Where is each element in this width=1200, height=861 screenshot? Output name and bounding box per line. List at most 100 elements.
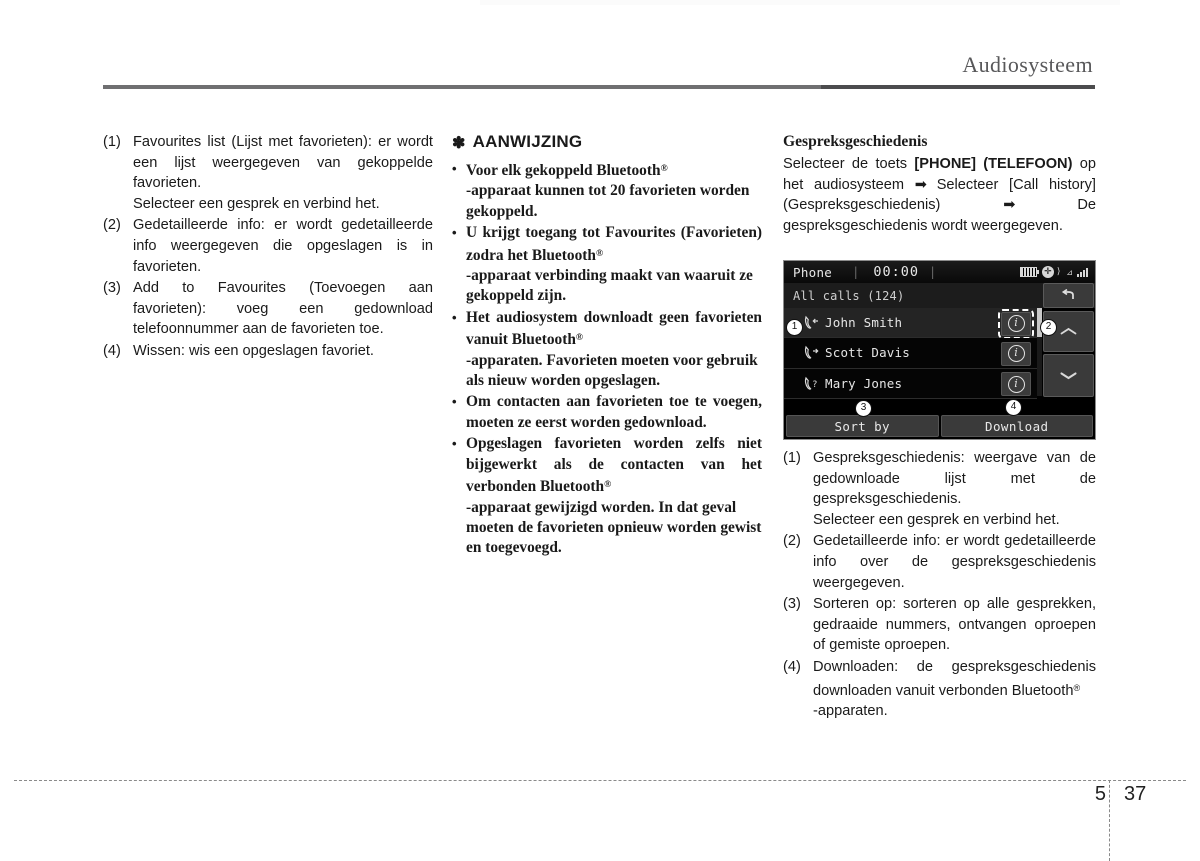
- device-screenshot: Phone | 00:00 | ✛ ⟩ ⊿ All calls (124) 1/…: [783, 260, 1096, 440]
- missed-call-icon: ?: [804, 376, 821, 391]
- incoming-call-icon: [804, 315, 821, 330]
- bullet-dot-icon: •: [452, 394, 457, 410]
- page-number-value: 37: [1124, 783, 1147, 805]
- note-heading: ✽ AANWIJZING: [452, 132, 762, 152]
- list-item: (3) Sorteren op: sorteren op alle gespre…: [783, 594, 1096, 656]
- list-item-main: Gespreksgeschiedenis: weergave van de ge…: [813, 450, 1096, 508]
- middle-column: ✽ AANWIJZING • Voor elk gekoppeld Blueto…: [452, 132, 762, 560]
- info-button[interactable]: i: [998, 308, 1034, 339]
- list-item-text: Wissen: wis een opgeslagen favoriet.: [133, 341, 433, 362]
- note-bullet-pre: Het audiosystem downloadt geen favoriete…: [466, 308, 762, 349]
- header-rule-light-segment: [103, 85, 821, 89]
- list-item-marker: (4): [783, 658, 801, 675]
- note-bullet-text: Voor elk gekoppeld Bluetooth® -apparaat k…: [466, 159, 762, 222]
- note-bullet: • Opgeslagen favorieten worden zelfs nie…: [452, 434, 762, 558]
- list-item: (4) Downloaden: de gespreksgeschiedenis …: [783, 657, 1096, 722]
- contact-name: John Smith: [825, 315, 903, 331]
- list-item-text: Sorteren op: sorteren op alle gesprekken…: [813, 596, 1096, 654]
- table-row[interactable]: ? Mary Jones i: [784, 368, 1037, 399]
- note-bullet-text: Om contacten aan favorieten toe te voege…: [466, 392, 762, 433]
- contact-name: Scott Davis: [825, 345, 910, 361]
- status-bar-title: Phone: [793, 264, 833, 280]
- note-bullet-pre: Opgeslagen favorieten worden zelfs niet …: [466, 435, 762, 496]
- screen-bottom-buttons: Sort by Download: [784, 413, 1095, 439]
- callout-2: 2: [1040, 319, 1057, 336]
- list-item: (1) Favourites list (Lijst met favoriete…: [103, 132, 433, 214]
- note-bullet-post: -apparaat verbinding maakt van waaruit z…: [466, 267, 753, 305]
- note-bullet-text: Het audiosystem downloadt geen favoriete…: [466, 308, 762, 392]
- list-item-text: Favourites list (Lijst met favorieten): …: [133, 132, 433, 214]
- note-bullet-post: -apparaat kunnen tot 20 favorieten worde…: [466, 182, 750, 220]
- note-bullet: • Het audiosystem downloadt geen favorie…: [452, 308, 762, 392]
- left-column: (1) Favourites list (Lijst met favoriete…: [103, 132, 433, 363]
- bullet-dot-icon: •: [452, 161, 457, 176]
- note-bullet-pre: Voor elk gekoppeld Bluetooth: [466, 162, 661, 179]
- phone-key-label: [PHONE] (TELEFOON): [914, 156, 1073, 172]
- status-bar-clock: 00:00: [873, 264, 920, 280]
- asterisk-icon: ✽: [452, 135, 466, 152]
- list-item: (2) Gedetailleerde info: er wordt gedeta…: [103, 215, 433, 277]
- bullet-dot-icon: •: [452, 225, 457, 241]
- status-bar-separator-2: |: [929, 265, 937, 279]
- screen-side-controls: [1042, 283, 1095, 397]
- list-item-main: Downloaden: de gespreksgeschiedenis down…: [813, 658, 1096, 699]
- list-item: (1) Gespreksgeschiedenis: weergave van d…: [783, 448, 1096, 530]
- back-button[interactable]: [1043, 283, 1094, 308]
- list-item-marker: (2): [783, 533, 801, 550]
- header-rule: [103, 85, 1095, 89]
- bluetooth-tail-icon: ⟩: [1055, 267, 1062, 277]
- note-bullet-pre: U krijgt toegang tot Favourites (Favorie…: [466, 224, 762, 264]
- chapter-number: 5: [1094, 783, 1106, 805]
- sort-by-button[interactable]: Sort by: [786, 415, 939, 437]
- right-numbered-list: (1) Gespreksgeschiedenis: weergave van d…: [783, 448, 1096, 723]
- left-numbered-list: (1) Favourites list (Lijst met favoriete…: [103, 132, 433, 362]
- callout-1: 1: [786, 319, 803, 336]
- table-row[interactable]: John Smith i: [784, 308, 1037, 339]
- note-bullet-post: -apparaten. Favorieten moeten voor gebru…: [466, 351, 758, 390]
- intro-paragraph: Selecteer de toets [PHONE] (TELEFOON) op…: [783, 154, 1096, 236]
- info-icon: i: [1007, 375, 1025, 393]
- note-bullet-text: U krijgt toegang tot Favourites (Favorie…: [466, 223, 762, 307]
- list-item-extra: Selecteer een gesprek en verbind het.: [133, 195, 380, 212]
- table-row[interactable]: Scott Davis i: [784, 338, 1037, 369]
- page-title: Audiosysteem: [962, 52, 1093, 77]
- info-icon: i: [1007, 345, 1025, 363]
- list-item: (2) Gedetailleerde info: er wordt gedeta…: [783, 531, 1096, 593]
- callout-3: 3: [855, 400, 872, 417]
- bullet-dot-icon: •: [452, 309, 457, 325]
- list-item-extra: Selecteer een gesprek en verbind het.: [813, 511, 1060, 528]
- note-bullet: • Om contacten aan favorieten toe te voe…: [452, 392, 762, 433]
- list-item-marker: (3): [783, 596, 801, 613]
- bluetooth-icon: ✛: [1041, 266, 1054, 278]
- info-button[interactable]: i: [1001, 341, 1031, 366]
- list-item-marker: (1): [783, 450, 801, 466]
- list-item-main: Wissen: wis een opgeslagen favoriet.: [133, 342, 374, 359]
- download-button[interactable]: Download: [940, 415, 1093, 437]
- list-item-marker: (4): [103, 342, 121, 359]
- page-footer: [0, 780, 1200, 861]
- page-number: 5 37: [1040, 783, 1180, 806]
- info-button[interactable]: i: [1001, 372, 1031, 397]
- section-heading: Gespreksgeschiedenis: [783, 133, 928, 150]
- status-bar-separator: |: [852, 265, 860, 279]
- battery-icon: [1019, 267, 1039, 277]
- list-item-main: Favourites list (Lijst met favorieten): …: [133, 134, 433, 192]
- list-item-text: Gedetailleerde info: er wordt gedetaille…: [133, 217, 433, 275]
- note-bullet-pre: Om contacten aan favorieten toe te voege…: [466, 393, 762, 431]
- call-history-list[interactable]: John Smith i Scott Davis i ? Mary Jones …: [784, 308, 1037, 399]
- note-bullet-post: -apparaat gewijzigd worden. In dat geval…: [466, 498, 762, 557]
- intro-text-1: Selecteer de toets: [783, 156, 915, 172]
- right-column: Gespreksgeschiedenis Selecteer de toets …: [783, 132, 1096, 242]
- list-item: (3) Add to Favourites (Toevoegen aan fav…: [103, 278, 433, 340]
- antenna-icon: ⊿: [1066, 267, 1073, 277]
- scroll-down-button[interactable]: [1043, 354, 1094, 397]
- list-item-tail: -apparaten.: [813, 702, 888, 719]
- bullet-dot-icon: •: [452, 436, 457, 452]
- info-icon: i: [1007, 315, 1025, 332]
- status-bar-icons: ✛ ⟩ ⊿: [1019, 266, 1095, 278]
- note-bullet: • Voor elk gekoppeld Bluetooth® -apparaat…: [452, 159, 762, 222]
- registered-mark: ®: [1073, 682, 1081, 693]
- page-header: Audiosysteem: [103, 52, 1095, 78]
- note-bullet-list: • Voor elk gekoppeld Bluetooth® -apparaat…: [452, 159, 762, 559]
- note-bullet-text: Opgeslagen favorieten worden zelfs niet …: [466, 434, 762, 558]
